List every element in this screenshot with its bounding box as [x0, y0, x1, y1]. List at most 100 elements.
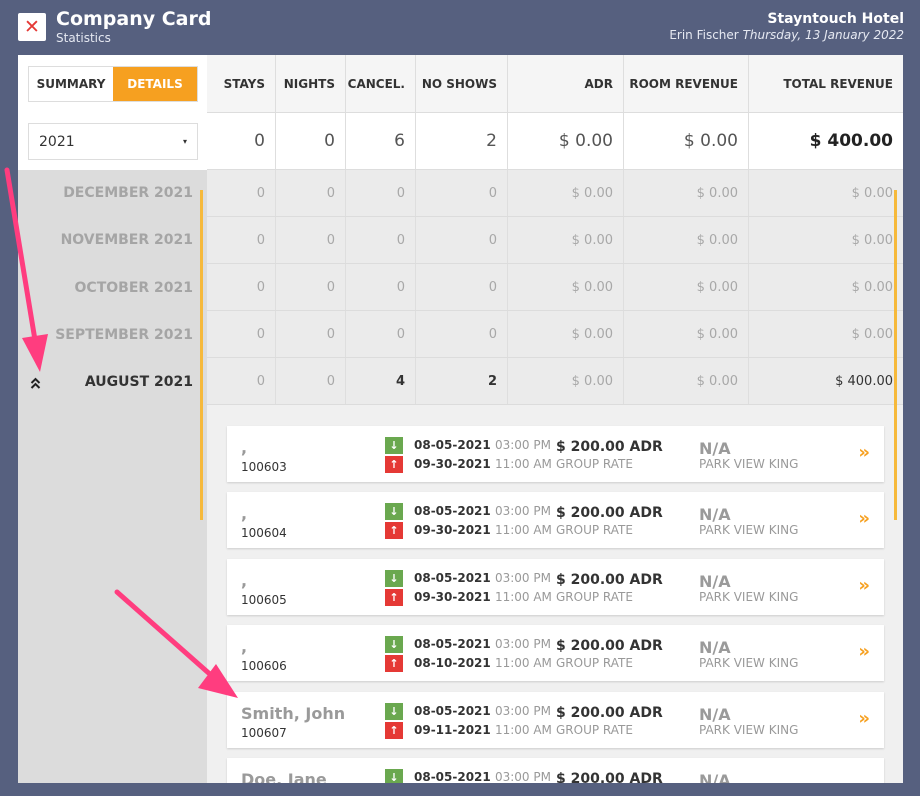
stat-cell: 0 — [346, 217, 416, 263]
open-reservation-icon[interactable]: » — [858, 508, 870, 529]
close-button[interactable]: ✕ — [18, 13, 46, 41]
guest-name: Smith, John — [241, 704, 346, 723]
open-reservation-icon[interactable]: » — [858, 641, 870, 662]
total-cell: $ 0.00 — [508, 113, 624, 169]
hotel-name: Stayntouch Hotel — [767, 11, 904, 27]
stat-cell: $ 0.00 — [508, 358, 624, 404]
stat-cell: 0 — [276, 170, 346, 216]
reservation-card[interactable]: , 100606 ↓ ↑ 08-05-2021 03:00 PM 08-10-2… — [227, 625, 884, 681]
total-cell: 6 — [346, 113, 416, 169]
month-label[interactable]: DECEMBER 2021 — [63, 185, 193, 201]
content-scrollbar[interactable] — [894, 190, 897, 520]
stat-cell: $ 0.00 — [851, 279, 893, 295]
arrival-date: 08-05-2021 03:00 PM — [414, 637, 551, 651]
room-number: N/A — [699, 638, 731, 657]
rate-type: GROUP RATE — [556, 457, 633, 471]
column-header: NIGHTS — [276, 55, 346, 112]
arrival-date: 08-05-2021 03:00 PM — [414, 704, 551, 718]
reservation-card[interactable]: , 100603 ↓ ↑ 08-05-2021 03:00 PM 09-30-2… — [227, 426, 884, 482]
user-date-line: Erin Fischer Thursday, 13 January 2022 — [669, 28, 904, 42]
stat-cell: $ 0.00 — [508, 311, 624, 357]
month-sidebar: SUMMARY DETAILS 2021 ▾ DECEMBER 2021 NOV… — [18, 55, 207, 783]
view-toggle: SUMMARY DETAILS — [28, 66, 198, 102]
room-number: N/A — [699, 505, 731, 524]
room-number: N/A — [699, 572, 731, 591]
stat-cell: 0 — [276, 217, 346, 263]
month-label[interactable]: OCTOBER 2021 — [75, 280, 193, 296]
stat-cell: $ 0.00 — [624, 264, 749, 310]
rate-type: GROUP RATE — [556, 523, 633, 537]
year-select[interactable]: 2021 ▾ — [28, 123, 198, 160]
arrival-icon: ↓ — [385, 570, 403, 587]
stat-cell: $ 0.00 — [508, 264, 624, 310]
stat-cell: 0 — [416, 264, 508, 310]
reservation-card[interactable]: , 100604 ↓ ↑ 08-05-2021 03:00 PM 09-30-2… — [227, 492, 884, 548]
rate-type: GROUP RATE — [556, 590, 633, 604]
month-label[interactable]: NOVEMBER 2021 — [61, 232, 193, 248]
reservation-card[interactable]: , 100605 ↓ ↑ 08-05-2021 03:00 PM 09-30-2… — [227, 559, 884, 615]
totals-row: 0 0 6 2 $ 0.00 $ 0.00 $ 400.00 — [207, 113, 903, 170]
month-row[interactable]: 0 0 0 0 $ 0.00 $ 0.00 $ 0.00 — [207, 264, 903, 311]
stat-cell: $ 0.00 — [508, 170, 624, 216]
open-reservation-icon[interactable]: » — [858, 708, 870, 729]
total-cell: 0 — [276, 113, 346, 169]
month-row[interactable]: 0 0 0 0 $ 0.00 $ 0.00 $ 0.00 — [207, 170, 903, 217]
column-header: ADR — [508, 55, 624, 112]
guest-name: , — [241, 504, 248, 523]
open-reservation-icon[interactable]: » — [858, 575, 870, 596]
app-subtitle: Statistics — [56, 31, 111, 45]
room-type: PARK VIEW KING — [699, 523, 799, 537]
rate-type: GROUP RATE — [556, 656, 633, 670]
reservation-number: 100603 — [241, 460, 287, 474]
user-name: Erin Fischer — [669, 28, 739, 42]
stat-cell: 0 — [207, 311, 276, 357]
departure-icon: ↑ — [385, 589, 403, 606]
stat-cell: $ 0.00 — [508, 217, 624, 263]
total-cell: 0 — [207, 113, 276, 169]
arrival-icon: ↓ — [385, 769, 403, 783]
departure-date: 08-10-2021 11:00 AM — [414, 656, 552, 670]
column-header: CANCEL. — [346, 55, 416, 112]
close-icon: ✕ — [24, 15, 40, 38]
month-label[interactable]: SEPTEMBER 2021 — [55, 327, 193, 343]
arrival-date: 08-05-2021 03:00 PM — [414, 571, 551, 585]
departure-icon: ↑ — [385, 655, 403, 672]
arrival-icon: ↓ — [385, 437, 403, 454]
caret-down-icon: ▾ — [182, 137, 187, 146]
column-header: ROOM REVENUE — [624, 55, 749, 112]
total-cell: $ 400.00 — [809, 131, 893, 151]
guest-name: , — [241, 438, 248, 457]
column-header: NO SHOWS — [416, 55, 508, 112]
sidebar-controls: SUMMARY DETAILS 2021 ▾ — [18, 55, 207, 170]
departure-icon: ↑ — [385, 522, 403, 539]
stat-cell: 0 — [346, 311, 416, 357]
reservation-card[interactable]: Smith, John 100607 ↓ ↑ 08-05-2021 03:00 … — [227, 692, 884, 748]
stat-cell: $ 0.00 — [624, 170, 749, 216]
month-label-active[interactable]: AUGUST 2021 — [85, 374, 193, 390]
month-row-active[interactable]: 0 0 4 2 $ 0.00 $ 0.00 $ 400.00 — [207, 358, 903, 405]
summary-tab[interactable]: SUMMARY — [29, 67, 113, 101]
month-row[interactable]: 0 0 0 0 $ 0.00 $ 0.00 $ 0.00 — [207, 311, 903, 358]
reservation-card[interactable]: Doe, Jane ↓ 08-05-2021 03:00 PM $ 200.00… — [227, 758, 884, 783]
rate-type: GROUP RATE — [556, 723, 633, 737]
stat-cell: 0 — [416, 170, 508, 216]
stat-cell: $ 400.00 — [835, 373, 893, 389]
guest-name: Doe, Jane — [241, 770, 327, 783]
stat-cell: 0 — [207, 358, 276, 404]
departure-icon: ↑ — [385, 722, 403, 739]
room-type: PARK VIEW KING — [699, 457, 799, 471]
departure-icon: ↑ — [385, 456, 403, 473]
collapse-icon[interactable] — [30, 377, 41, 392]
details-tab[interactable]: DETAILS — [113, 67, 197, 101]
open-reservation-icon[interactable]: » — [858, 442, 870, 463]
arrival-icon: ↓ — [385, 703, 403, 720]
stat-cell: $ 0.00 — [851, 232, 893, 248]
month-row[interactable]: 0 0 0 0 $ 0.00 $ 0.00 $ 0.00 — [207, 217, 903, 264]
room-type: PARK VIEW KING — [699, 590, 799, 604]
guest-name: , — [241, 571, 248, 590]
stat-cell: $ 0.00 — [624, 217, 749, 263]
sidebar-scrollbar[interactable] — [200, 190, 203, 520]
stat-cell: 0 — [416, 311, 508, 357]
reservation-number: 100604 — [241, 526, 287, 540]
stat-cell: 0 — [207, 264, 276, 310]
